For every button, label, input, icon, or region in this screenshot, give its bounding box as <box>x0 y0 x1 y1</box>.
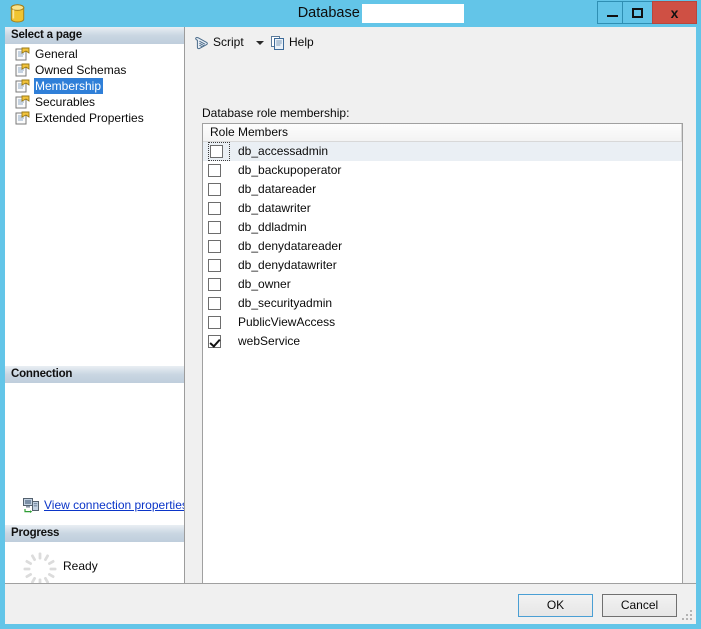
role-name: webService <box>238 334 301 348</box>
window-title: Database User - <box>0 3 701 23</box>
chevron-down-icon <box>256 40 264 45</box>
role-name: db_accessadmin <box>238 144 329 158</box>
page-list: General Owned Schemas Membership Securab… <box>5 46 184 126</box>
role-checkbox[interactable] <box>208 161 230 180</box>
spinner-idle-icon <box>22 551 58 583</box>
table-row[interactable]: db_securityadmin <box>203 294 682 313</box>
column-header-label: Role Members <box>210 125 289 139</box>
role-name: db_securityadmin <box>238 296 333 310</box>
help-button-label: Help <box>289 35 314 49</box>
role-name: db_denydatareader <box>238 239 343 253</box>
sidebar-item-extended-properties[interactable]: Extended Properties <box>5 110 184 126</box>
role-checkbox[interactable] <box>208 256 230 275</box>
resize-grip-icon[interactable] <box>681 609 694 622</box>
dialog-client-area: Select a page General Owned Schemas Memb… <box>5 27 696 624</box>
script-button[interactable]: Script <box>191 32 247 53</box>
progress-panel: Ready <box>5 543 184 583</box>
table-row[interactable]: db_denydatareader <box>203 237 682 256</box>
close-button[interactable]: x <box>652 1 697 24</box>
sidebar-item-securables[interactable]: Securables <box>5 94 184 110</box>
progress-status-text: Ready <box>63 559 98 573</box>
role-name: db_datawriter <box>238 201 311 215</box>
role-name: db_datareader <box>238 182 317 196</box>
table-row[interactable]: db_datareader <box>203 180 682 199</box>
help-button[interactable]: Help <box>267 32 317 53</box>
sidebar-item-label: Owned Schemas <box>35 63 127 77</box>
sidebar-item-label: Membership <box>34 78 104 94</box>
sidebar-item-general[interactable]: General <box>5 46 184 62</box>
script-button-label: Script <box>213 35 244 49</box>
sidebar-item-membership[interactable]: Membership <box>5 78 184 94</box>
connection-panel: View connection properties <box>5 384 184 525</box>
role-members-listbox[interactable]: Role Members db_accessadmin db_backupope… <box>202 123 683 600</box>
maximize-button[interactable] <box>622 1 653 24</box>
toolbar: Script Help <box>185 27 696 57</box>
table-row[interactable]: PublicViewAccess <box>203 313 682 332</box>
role-checkbox[interactable] <box>208 218 230 237</box>
role-name: db_ddladmin <box>238 220 307 234</box>
sidebar-item-label: General <box>35 47 78 61</box>
table-row[interactable]: db_backupoperator <box>203 161 682 180</box>
page-icon <box>15 111 30 125</box>
server-connection-icon <box>23 497 40 513</box>
database-role-membership-label: Database role membership: <box>202 106 350 120</box>
database-cylinder-icon <box>9 4 26 23</box>
redacted-username <box>362 4 464 23</box>
page-icon <box>15 47 30 61</box>
sidebar-item-label: Extended Properties <box>35 111 144 125</box>
sidebar-item-owned-schemas[interactable]: Owned Schemas <box>5 62 184 78</box>
database-user-dialog: Database User - x Select a page General … <box>0 0 701 629</box>
connection-header: Connection <box>5 366 184 384</box>
page-icon <box>15 95 30 109</box>
role-checkbox[interactable] <box>208 199 230 218</box>
role-checkbox[interactable] <box>208 332 230 351</box>
script-scroll-icon <box>194 35 210 51</box>
role-checkbox[interactable] <box>208 313 230 332</box>
role-checkbox[interactable] <box>208 275 230 294</box>
page-icon <box>15 63 30 77</box>
role-checkbox[interactable] <box>208 237 230 256</box>
view-connection-properties-link[interactable]: View connection properties <box>23 497 185 513</box>
cancel-button[interactable]: Cancel <box>602 594 677 617</box>
help-document-icon <box>270 35 286 51</box>
role-name: db_backupoperator <box>238 163 342 177</box>
role-checkbox[interactable] <box>208 294 230 313</box>
role-name: PublicViewAccess <box>238 315 336 329</box>
sidebar-item-label: Securables <box>35 95 96 109</box>
role-checkbox[interactable] <box>208 142 230 161</box>
table-row[interactable]: db_ddladmin <box>203 218 682 237</box>
table-row[interactable]: db_datawriter <box>203 199 682 218</box>
role-name: db_denydatawriter <box>238 258 337 272</box>
minimize-icon <box>607 15 618 17</box>
column-divider <box>681 124 682 141</box>
sidebar: Select a page General Owned Schemas Memb… <box>5 27 185 583</box>
role-checkbox[interactable] <box>208 180 230 199</box>
view-connection-properties-text: View connection properties <box>44 498 185 512</box>
maximize-icon <box>632 7 643 18</box>
table-row[interactable]: db_owner <box>203 275 682 294</box>
close-icon: x <box>670 4 679 21</box>
dialog-footer: OK Cancel <box>5 583 696 624</box>
table-row[interactable]: webService <box>203 332 682 351</box>
title-bar[interactable]: Database User - x <box>0 0 701 27</box>
role-members-column-header[interactable]: Role Members <box>203 124 682 142</box>
main-panel: Script Help Database role membership: Ro… <box>185 27 696 600</box>
table-row[interactable]: db_accessadmin <box>203 142 682 161</box>
progress-header: Progress <box>5 525 184 543</box>
page-icon <box>15 79 30 93</box>
ok-button[interactable]: OK <box>518 594 593 617</box>
select-a-page-header: Select a page <box>5 27 184 45</box>
table-row[interactable]: db_denydatawriter <box>203 256 682 275</box>
role-name: db_owner <box>238 277 291 291</box>
